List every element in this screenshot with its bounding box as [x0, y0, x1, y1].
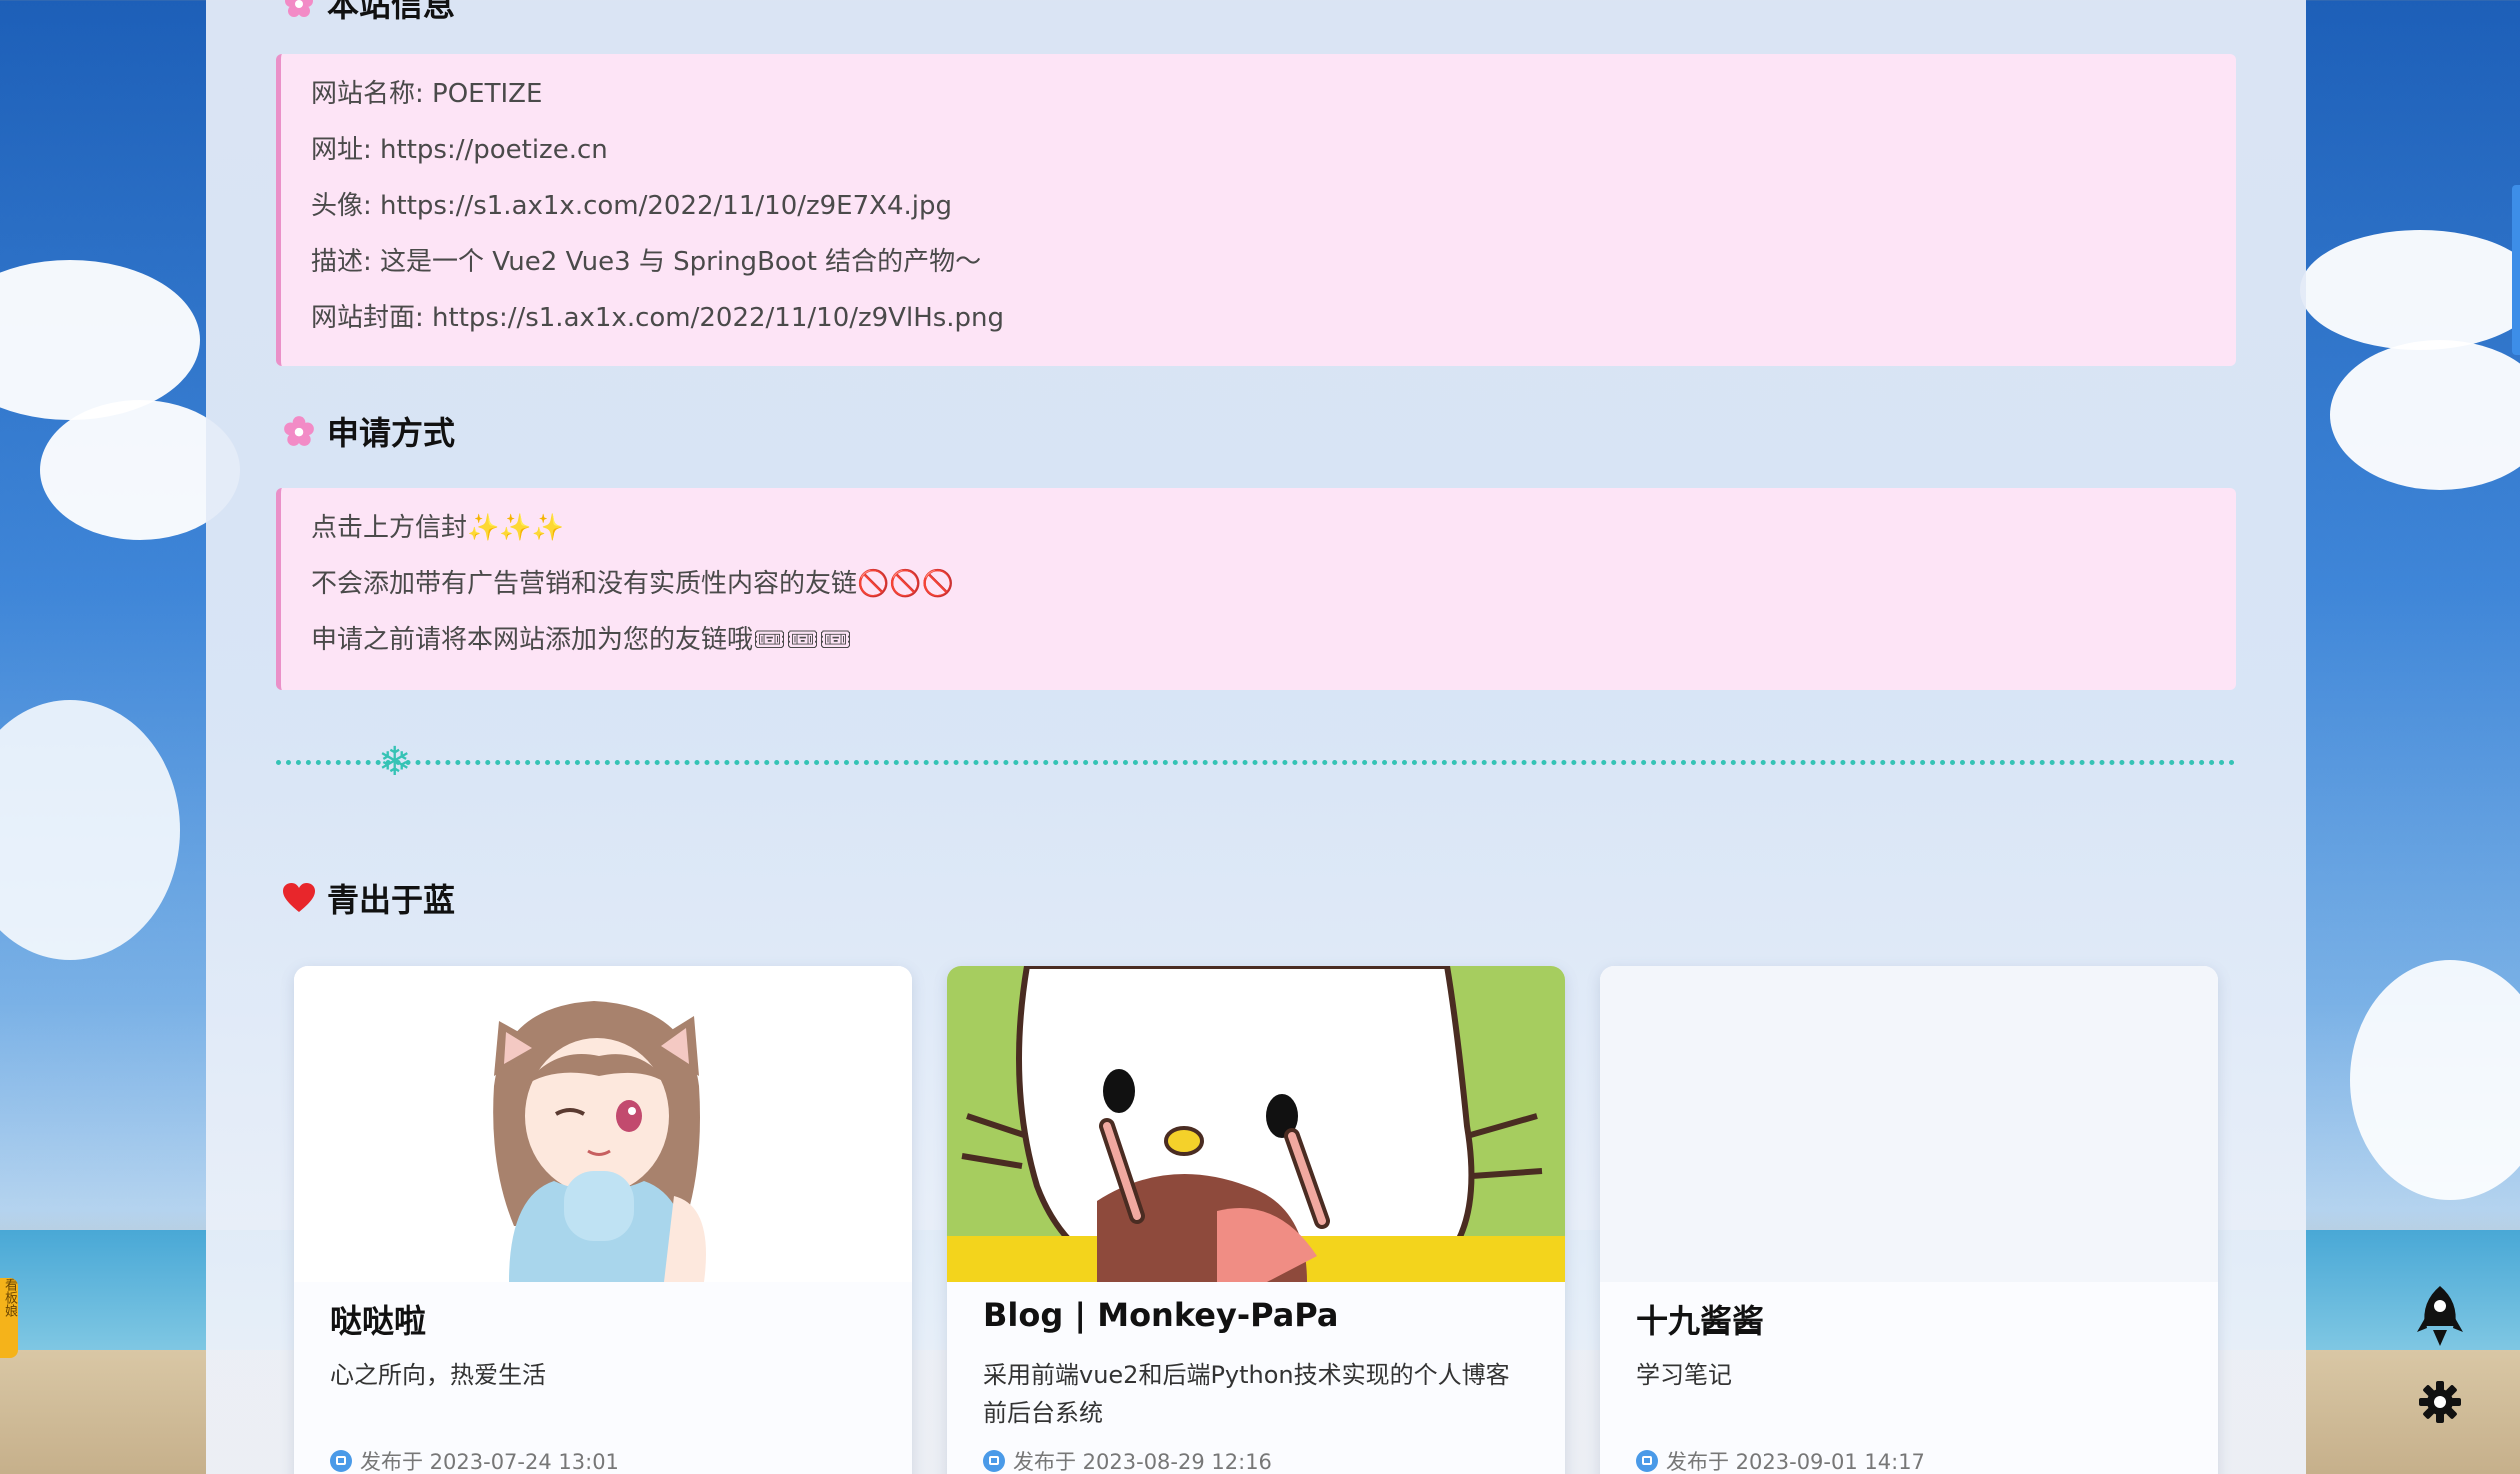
friend-card-title[interactable]: 十九酱酱 [1636, 1296, 1764, 1342]
heart-icon [281, 880, 317, 916]
gear-icon[interactable] [2410, 1372, 2470, 1432]
friend-card-date: 发布于 2023-09-01 14:17 [1636, 1446, 1925, 1474]
apply-heading-text: 申请方式 [327, 414, 456, 452]
friend-card-cover [1600, 966, 2218, 1282]
apply-box: 点击上方信封✨✨✨ 不会添加带有广告营销和没有实质性内容的友链🚫🚫🚫 申请之前请… [276, 488, 2236, 690]
cloud-decoration [2350, 960, 2520, 1200]
site-info-heading: 本站信息 [281, 0, 455, 26]
flower-icon [281, 0, 317, 21]
friend-card-description: 采用前端vue2和后端Python技术实现的个人博客前后台系统 [983, 1361, 1510, 1427]
calendar-icon [330, 1450, 352, 1472]
friend-card-date: 发布于 2023-08-29 12:16 [983, 1446, 1272, 1474]
cloud-decoration [2330, 340, 2520, 490]
cartoon-cat-cover [947, 966, 1565, 1282]
site-avatar-line[interactable]: 头像: https://s1.ax1x.com/2022/11/10/z9E7X… [311, 178, 2206, 234]
cloud-decoration [0, 260, 200, 420]
scrollbar-thumb[interactable] [2512, 185, 2520, 355]
snowflake-icon: ❄ [378, 739, 412, 785]
content-panel: 本站信息 网站名称: POETIZE 网址: https://poetize.c… [206, 0, 2306, 1474]
site-description-line: 描述: 这是一个 Vue2 Vue3 与 SpringBoot 结合的产物～ [311, 247, 982, 277]
friend-card-date-text: 发布于 2023-08-29 12:16 [1013, 1450, 1272, 1474]
friend-card-cover [294, 966, 912, 1282]
apply-line-3: 申请之前请将本网站添加为您的友链哦🎟🎟🎟 [311, 625, 853, 655]
cloud-decoration [2300, 230, 2520, 350]
apply-heading: 申请方式 [281, 408, 455, 454]
rocket-icon[interactable] [2410, 1286, 2470, 1346]
site-name-line: 网站名称: POETIZE [311, 79, 543, 109]
kanban-tab[interactable]: 看板娘 [0, 1278, 18, 1358]
friend-card[interactable]: 哒哒啦 心之所向，热爱生活 发布于 2023-07-24 13:01 [294, 966, 912, 1474]
friend-card-title[interactable]: Blog | Monkey-PaPa [983, 1296, 1338, 1334]
friend-card-date-text: 发布于 2023-07-24 13:01 [360, 1450, 619, 1474]
calendar-icon [1636, 1450, 1658, 1472]
friends-heading: 青出于蓝 [281, 875, 455, 921]
friend-card-cover [947, 966, 1565, 1282]
anime-girl-avatar [493, 1001, 706, 1282]
site-info-box: 网站名称: POETIZE 网址: https://poetize.cn 头像:… [276, 54, 2236, 366]
apply-line-1: 点击上方信封✨✨✨ [311, 513, 565, 543]
friend-card-date-text: 发布于 2023-09-01 14:17 [1666, 1450, 1925, 1474]
site-url-line[interactable]: 网址: https://poetize.cn [311, 122, 2206, 178]
flower-icon [281, 413, 317, 449]
calendar-icon [983, 1450, 1005, 1472]
friends-heading-text: 青出于蓝 [327, 881, 456, 919]
section-divider [276, 760, 2236, 765]
friend-card[interactable]: 十九酱酱 学习笔记 发布于 2023-09-01 14:17 [1600, 966, 2218, 1474]
friend-card-description: 学习笔记 [1636, 1361, 1732, 1389]
friend-card[interactable]: Blog | Monkey-PaPa 采用前端vue2和后端Python技术实现… [947, 966, 1565, 1474]
apply-line-2: 不会添加带有广告营销和没有实质性内容的友链🚫🚫🚫 [311, 569, 955, 599]
site-cover-line[interactable]: 网站封面: https://s1.ax1x.com/2022/11/10/z9V… [311, 290, 2206, 346]
friend-card-description: 心之所向，热爱生活 [330, 1361, 546, 1389]
site-info-heading-text: 本站信息 [327, 0, 456, 24]
cloud-decoration [0, 700, 180, 960]
friend-card-title[interactable]: 哒哒啦 [330, 1296, 426, 1342]
friend-card-date: 发布于 2023-07-24 13:01 [330, 1446, 619, 1474]
